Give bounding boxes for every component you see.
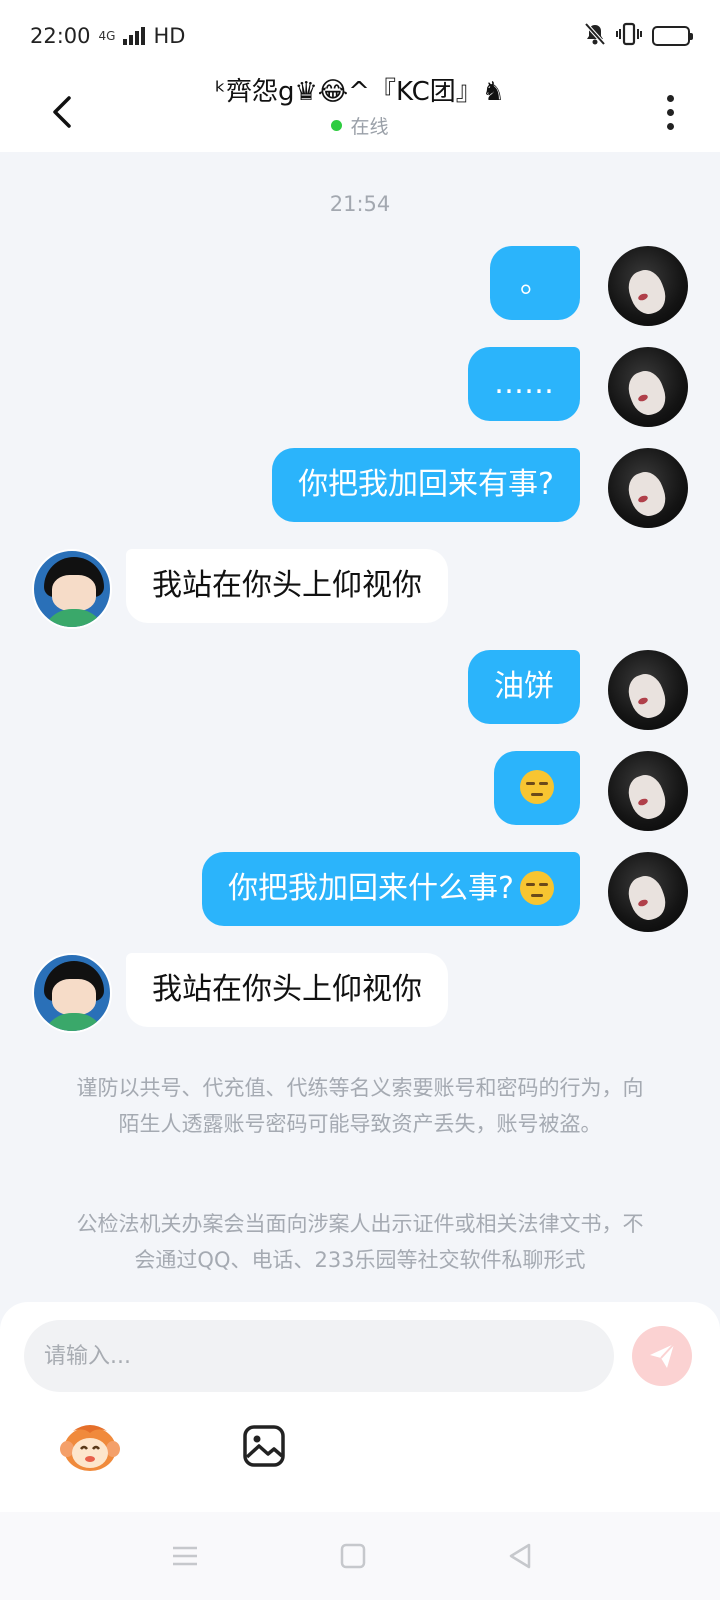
hamburger-icon [173, 1546, 197, 1566]
back-nav-button[interactable] [500, 1536, 540, 1576]
dot [666, 108, 674, 116]
send-icon [650, 1343, 675, 1368]
message-bubble-received[interactable]: 我站在你头上仰视你 [126, 549, 448, 623]
message-input[interactable] [24, 1320, 614, 1392]
square-icon [340, 1543, 366, 1569]
unamused-face-emoji [520, 769, 554, 804]
message-row: 你把我加回来有事? [0, 448, 720, 528]
hd-indicator: HD [153, 24, 186, 48]
input-panel [0, 1302, 720, 1512]
my-avatar[interactable] [608, 852, 688, 932]
thinking-face-emoji [520, 870, 554, 905]
status-bar: 22:00 4G HD [0, 0, 720, 72]
image-button[interactable] [232, 1414, 296, 1478]
dot [666, 122, 674, 130]
contact-avatar[interactable] [32, 549, 112, 629]
message-row: …… [0, 347, 720, 427]
home-nav-button[interactable] [333, 1536, 373, 1576]
message-timestamp: 21:54 [329, 192, 391, 216]
monkey-mascot-icon [60, 1425, 120, 1471]
online-status: 在线 [120, 112, 600, 139]
message-row: 油饼 [0, 650, 720, 730]
status-left: 22:00 4G HD [30, 24, 185, 48]
battery-icon [652, 26, 693, 46]
vibrate-icon [616, 22, 642, 50]
message-text: 你把我加回来什么事? [228, 871, 514, 906]
my-avatar[interactable] [608, 751, 688, 831]
sticker-button[interactable] [58, 1414, 122, 1478]
chevron-left-icon [53, 96, 71, 128]
network-type: 4G [98, 29, 116, 43]
message-row: 我站在你头上仰视你 [0, 549, 720, 629]
message-bubble-received[interactable]: 我站在你头上仰视你 [126, 953, 448, 1027]
dot [666, 94, 674, 102]
message-row [0, 751, 720, 831]
title-wrap: ᵏ齊怨g♛😂^『KC团』♞ 在线 [120, 72, 600, 139]
online-dot [331, 120, 343, 131]
message-bubble-sent[interactable]: 你把我加回来有事? [272, 448, 580, 522]
message-row: 。 [0, 246, 720, 326]
chat-header: ᵏ齊怨g♛😂^『KC团』♞ 在线 [0, 72, 720, 152]
signal-icon [123, 27, 146, 45]
mute-bell-icon [584, 22, 606, 50]
message-bubble-sent[interactable]: 油饼 [468, 650, 580, 724]
message-bubble-sent[interactable]: …… [468, 347, 580, 421]
my-avatar[interactable] [608, 448, 688, 528]
message-row: 我站在你头上仰视你 [0, 953, 720, 1033]
back-button[interactable] [40, 84, 84, 140]
chat-area[interactable]: 21:54 。 …… 你把我加回来有事? 我站在你头上仰视你 油饼 你把我加回来… [0, 152, 720, 1302]
message-bubble-sent[interactable]: 。 [490, 246, 580, 320]
online-text: 在线 [350, 116, 389, 138]
my-avatar[interactable] [608, 246, 688, 326]
more-menu-button[interactable] [650, 82, 690, 142]
contact-name: ᵏ齊怨g♛😂^『KC团』♞ [214, 77, 506, 107]
menu-nav-button[interactable] [165, 1536, 205, 1576]
contact-avatar[interactable] [32, 953, 112, 1033]
message-bubble-sent[interactable]: 你把我加回来什么事? [202, 852, 580, 926]
my-avatar[interactable] [608, 650, 688, 730]
safety-notice: 公检法机关办案会当面向涉案人出示证件或相关法律文书，不会通过QQ、电话、233乐… [76, 1212, 644, 1272]
safety-notice: 谨防以共号、代充值、代练等名义索要账号和密码的行为，向陌生人透露账号密码可能导致… [76, 1076, 644, 1136]
message-row: 你把我加回来什么事? [0, 852, 720, 932]
status-right [584, 22, 693, 50]
send-button[interactable] [632, 1326, 692, 1386]
message-bubble-sent[interactable] [494, 751, 580, 825]
clock: 22:00 [30, 24, 91, 48]
my-avatar[interactable] [608, 347, 688, 427]
image-icon [243, 1425, 285, 1467]
system-nav-bar [0, 1512, 720, 1600]
triangle-back-icon [509, 1543, 531, 1569]
